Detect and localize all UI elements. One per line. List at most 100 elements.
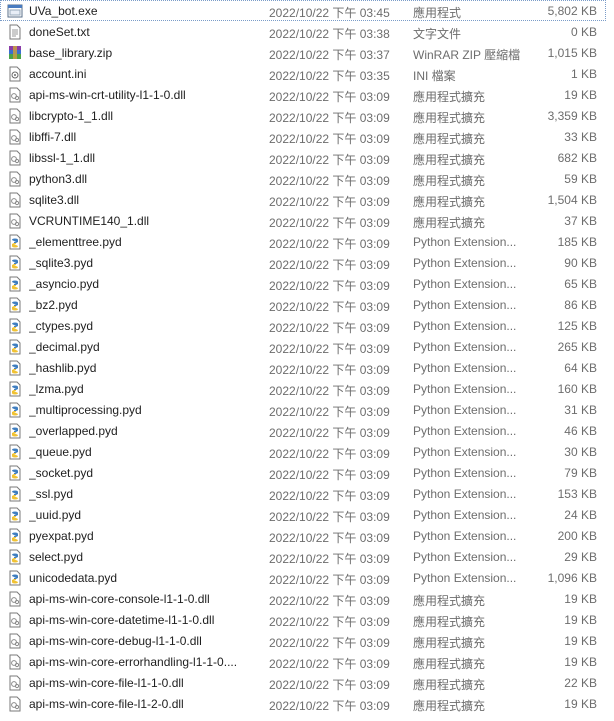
file-modified-date: 2022/10/22 下午 03:09 — [269, 699, 390, 713]
file-size: 19 KB — [564, 88, 597, 102]
file-name: python3.dll — [29, 172, 88, 186]
file-size: 30 KB — [564, 445, 597, 459]
file-row[interactable]: api-ms-win-core-console-l1-1-0.dll 2022/1… — [0, 588, 606, 609]
file-name: _ssl.pyd — [29, 487, 74, 501]
file-type: Python Extension... — [413, 466, 517, 480]
file-size: 19 KB — [564, 634, 597, 648]
file-size: 153 KB — [557, 487, 597, 501]
file-modified-date: 2022/10/22 下午 03:09 — [269, 300, 390, 314]
file-row[interactable]: select.pyd 2022/10/22 下午 03:09 Python Exte… — [0, 546, 606, 567]
file-row[interactable]: _decimal.pyd 2022/10/22 下午 03:09 Python Ex… — [0, 336, 606, 357]
file-name: account.ini — [29, 67, 87, 81]
file-row[interactable]: _queue.pyd 2022/10/22 下午 03:09 Python Exte… — [0, 441, 606, 462]
file-type: 應用程式擴充 — [413, 174, 486, 188]
file-name: _socket.pyd — [29, 466, 94, 480]
file-row[interactable]: _uuid.pyd 2022/10/22 下午 03:09 Python Exten… — [0, 504, 606, 525]
dll-icon — [7, 612, 23, 628]
file-row[interactable]: sqlite3.dll 2022/10/22 下午 03:09 應用程式擴充 1,50… — [0, 189, 606, 210]
file-type: 應用程式擴充 — [413, 111, 486, 125]
dll-icon — [7, 696, 23, 712]
file-row[interactable]: api-ms-win-core-datetime-l1-1-0.dll 2022/… — [0, 609, 606, 630]
file-type: WinRAR ZIP 壓縮檔 — [413, 48, 521, 62]
file-row[interactable]: api-ms-win-core-debug-l1-1-0.dll 2022/10/… — [0, 630, 606, 651]
file-row[interactable]: pyexpat.pyd 2022/10/22 下午 03:09 Python Ext… — [0, 525, 606, 546]
pyd-icon — [7, 465, 23, 481]
file-name: api-ms-win-core-file-l1-2-0.dll — [29, 697, 184, 711]
file-row[interactable]: api-ms-win-crt-utility-l1-1-0.dll 2022/10… — [0, 84, 606, 105]
file-size: 31 KB — [564, 403, 597, 417]
file-row[interactable]: _bz2.pyd 2022/10/22 下午 03:09 Python Extens… — [0, 294, 606, 315]
file-modified-date: 2022/10/22 下午 03:09 — [269, 468, 390, 482]
file-modified-date: 2022/10/22 下午 03:45 — [269, 6, 390, 20]
file-name: sqlite3.dll — [29, 193, 80, 207]
file-type: 應用程式 — [413, 6, 462, 20]
pyd-icon — [7, 528, 23, 544]
dll-icon — [7, 171, 23, 187]
pyd-icon — [7, 255, 23, 271]
file-size: 1,504 KB — [547, 193, 597, 207]
file-modified-date: 2022/10/22 下午 03:09 — [269, 531, 390, 545]
file-size: 265 KB — [557, 340, 597, 354]
file-name: UVa_bot.exe — [29, 4, 98, 18]
file-name: api-ms-win-core-datetime-l1-1-0.dll — [29, 613, 215, 627]
file-row[interactable]: _multiprocessing.pyd 2022/10/22 下午 03:09 P… — [0, 399, 606, 420]
pyd-icon — [7, 486, 23, 502]
file-name: api-ms-win-core-console-l1-1-0.dll — [29, 592, 210, 606]
file-size: 1 KB — [570, 67, 597, 81]
file-row[interactable]: api-ms-win-core-file-l1-1-0.dll 2022/10/2… — [0, 672, 606, 693]
file-name: unicodedata.pyd — [29, 571, 118, 585]
file-modified-date: 2022/10/22 下午 03:09 — [269, 216, 390, 230]
file-row[interactable]: libssl-1_1.dll 2022/10/22 下午 03:09 應用程式擴充 6… — [0, 147, 606, 168]
file-type: 應用程式擴充 — [413, 90, 486, 104]
file-type: 應用程式擴充 — [413, 153, 486, 167]
file-row[interactable]: base_library.zip 2022/10/22 下午 03:37 WinRA… — [0, 42, 606, 63]
file-type: Python Extension... — [413, 445, 517, 459]
file-row[interactable]: api-ms-win-core-errorhandling-l1-1-0....… — [0, 651, 606, 672]
file-row[interactable]: _ctypes.pyd 2022/10/22 下午 03:09 Python Ext… — [0, 315, 606, 336]
file-size: 86 KB — [564, 298, 597, 312]
file-name: _lzma.pyd — [29, 382, 84, 396]
file-type: 應用程式擴充 — [413, 615, 486, 629]
file-modified-date: 2022/10/22 下午 03:09 — [269, 384, 390, 398]
file-size: 64 KB — [564, 361, 597, 375]
file-size: 1,015 KB — [547, 46, 597, 60]
file-modified-date: 2022/10/22 下午 03:37 — [269, 48, 390, 62]
file-type: Python Extension... — [413, 340, 517, 354]
file-name: _sqlite3.pyd — [29, 256, 94, 270]
file-row[interactable]: _overlapped.pyd 2022/10/22 下午 03:09 Python… — [0, 420, 606, 441]
file-row[interactable]: unicodedata.pyd 2022/10/22 下午 03:09 Python… — [0, 567, 606, 588]
dll-icon — [7, 87, 23, 103]
file-size: 65 KB — [564, 277, 597, 291]
dll-icon — [7, 129, 23, 145]
file-row[interactable]: python3.dll 2022/10/22 下午 03:09 應用程式擴充 59 K… — [0, 168, 606, 189]
file-row[interactable]: account.ini 2022/10/22 下午 03:35 INI 檔案 1 KB — [0, 63, 606, 84]
file-size: 19 KB — [564, 592, 597, 606]
file-row[interactable]: api-ms-win-core-file-l1-2-0.dll 2022/10/2… — [0, 693, 606, 714]
file-row[interactable]: _elementtree.pyd 2022/10/22 下午 03:09 Pytho… — [0, 231, 606, 252]
dll-icon — [7, 675, 23, 691]
file-row[interactable]: _ssl.pyd 2022/10/22 下午 03:09 Python Extens… — [0, 483, 606, 504]
file-type: Python Extension... — [413, 508, 517, 522]
file-name: _asyncio.pyd — [29, 277, 100, 291]
file-name: pyexpat.pyd — [29, 529, 94, 543]
file-modified-date: 2022/10/22 下午 03:35 — [269, 69, 390, 83]
file-name: libssl-1_1.dll — [29, 151, 96, 165]
dll-icon — [7, 150, 23, 166]
file-row[interactable]: _sqlite3.pyd 2022/10/22 下午 03:09 Python Ex… — [0, 252, 606, 273]
file-row[interactable]: _socket.pyd 2022/10/22 下午 03:09 Python Ext… — [0, 462, 606, 483]
file-row[interactable]: doneSet.txt 2022/10/22 下午 03:38 文字文件 0 KB — [0, 21, 606, 42]
file-row[interactable]: _lzma.pyd 2022/10/22 下午 03:09 Python Exten… — [0, 378, 606, 399]
file-row[interactable]: libffi-7.dll 2022/10/22 下午 03:09 應用程式擴充 33 … — [0, 126, 606, 147]
file-type: 應用程式擴充 — [413, 657, 486, 671]
file-name: _decimal.pyd — [29, 340, 100, 354]
dll-icon — [7, 213, 23, 229]
file-modified-date: 2022/10/22 下午 03:09 — [269, 342, 390, 356]
file-type: Python Extension... — [413, 571, 517, 585]
file-row[interactable]: libcrypto-1_1.dll 2022/10/22 下午 03:09 應用程式… — [0, 105, 606, 126]
file-type: Python Extension... — [413, 382, 517, 396]
file-row[interactable]: VCRUNTIME140_1.dll 2022/10/22 下午 03:09 應用程… — [0, 210, 606, 231]
file-row[interactable]: _hashlib.pyd 2022/10/22 下午 03:09 Python Ex… — [0, 357, 606, 378]
file-size: 1,096 KB — [547, 571, 597, 585]
file-row[interactable]: _asyncio.pyd 2022/10/22 下午 03:09 Python Ex… — [0, 273, 606, 294]
file-row[interactable]: UVa_bot.exe 2022/10/22 下午 03:45 應用程式 5,802 … — [0, 0, 606, 21]
